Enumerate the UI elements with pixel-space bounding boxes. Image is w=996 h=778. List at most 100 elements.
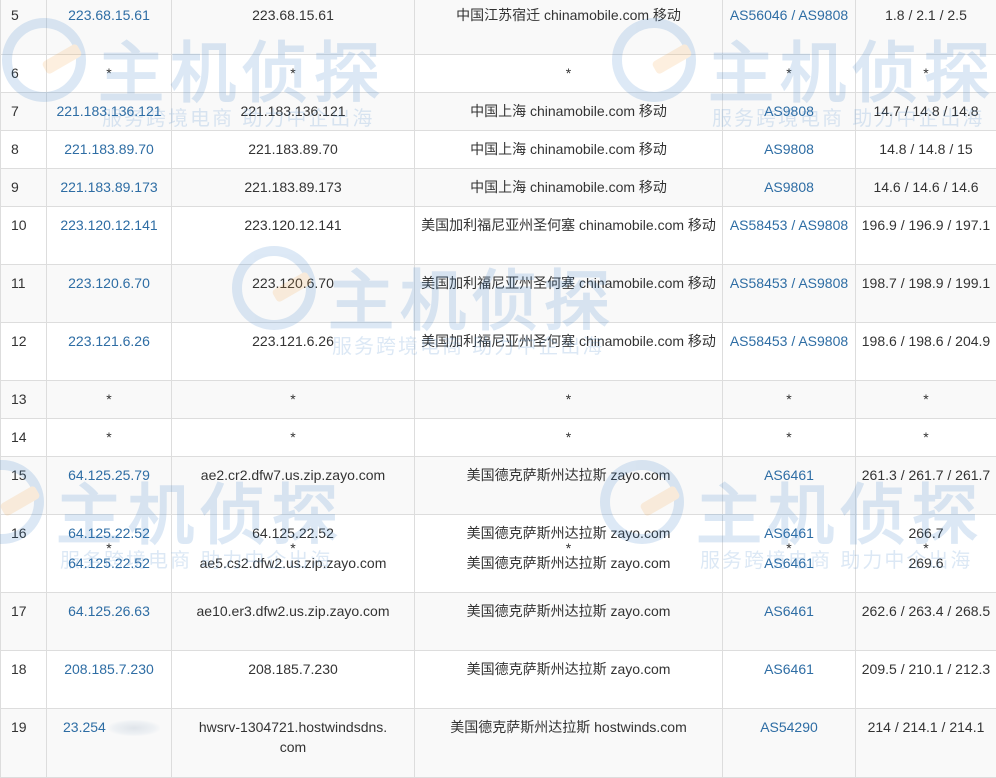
rtt: 209.5 / 210.1 / 212.3 — [856, 651, 996, 709]
hop-row: 19 23.254 hwsrv-1304721.hostwindsdns.com… — [1, 709, 996, 778]
location: 美国加利福尼亚州圣何塞 chinamobile.com 移动 — [415, 265, 723, 323]
hop-number: 15 — [1, 457, 47, 515]
hostname: 208.185.7.230 — [172, 651, 415, 709]
ip-link[interactable]: 23.254 — [63, 719, 106, 735]
asn-link[interactable]: AS6461 — [723, 593, 856, 651]
hostname: 221.183.89.173 — [172, 169, 415, 207]
location: 美国德克萨斯州达拉斯 zayo.com — [415, 457, 723, 515]
ip-link[interactable]: 64.125.25.79 — [68, 467, 150, 483]
hostname: 223.68.15.61 — [172, 0, 415, 55]
location: 中国江苏宿迁 chinamobile.com 移动 — [415, 0, 723, 55]
redacted-ip-blur — [108, 720, 160, 736]
hostname: 223.120.12.141 — [172, 207, 415, 265]
hop-number: 12 — [1, 323, 47, 381]
hostname: * — [176, 543, 410, 553]
hop-number: 18 — [1, 651, 47, 709]
hop-row: 7 221.183.136.121 221.183.136.121 中国上海 c… — [1, 93, 996, 131]
rtt: * — [856, 419, 996, 457]
rtt: 269.6 — [860, 553, 992, 573]
asn-link[interactable]: AS58453 / AS9808 — [723, 207, 856, 265]
hop-number: 19 — [1, 709, 47, 778]
asn-link[interactable]: AS56046 / AS9808 — [723, 0, 856, 55]
location: * — [415, 381, 723, 419]
location: * — [415, 419, 723, 457]
hostname: ae5.cs2.dfw2.us.zip.zayo.com — [176, 553, 410, 573]
hop-row: 14 * * * * * — [1, 419, 996, 457]
asn-link[interactable]: AS6461 — [727, 553, 851, 573]
hop-number: 9 — [1, 169, 47, 207]
rtt: * — [856, 381, 996, 419]
location: 美国德克萨斯州达拉斯 zayo.com — [415, 593, 723, 651]
asn-link[interactable]: AS9808 — [723, 93, 856, 131]
rtt: 14.8 / 14.8 / 15 — [856, 131, 996, 169]
location: 中国上海 chinamobile.com 移动 — [415, 169, 723, 207]
hop-number: 14 — [1, 419, 47, 457]
asn-link[interactable]: AS6461 — [723, 457, 856, 515]
location: 美国德克萨斯州达拉斯 zayo.com — [419, 553, 718, 573]
hostname: * — [172, 55, 415, 93]
hostname: 223.121.6.26 — [172, 323, 415, 381]
location: * — [415, 55, 723, 93]
hostname: 221.183.89.70 — [172, 131, 415, 169]
ip-link[interactable]: 221.183.89.173 — [60, 179, 157, 195]
ip-placeholder: * — [51, 543, 167, 553]
location: 中国上海 chinamobile.com 移动 — [415, 93, 723, 131]
ip-link[interactable]: 223.120.12.141 — [60, 217, 157, 233]
hop-number: 8 — [1, 131, 47, 169]
hop-number: 13 — [1, 381, 47, 419]
rtt: * — [860, 543, 992, 553]
location: 美国加利福尼亚州圣何塞 chinamobile.com 移动 — [415, 207, 723, 265]
rtt: 198.7 / 198.9 / 199.1 — [856, 265, 996, 323]
rtt: 1.8 / 2.1 / 2.5 — [856, 0, 996, 55]
ip-placeholder: * — [47, 55, 172, 93]
hop-row: 16 64.125.22.52 * 64.125.22.52 64.125.22… — [1, 515, 996, 593]
hop-number: 11 — [1, 265, 47, 323]
ip-link[interactable]: 223.121.6.26 — [68, 333, 150, 349]
rtt: 214 / 214.1 / 214.1 — [856, 709, 996, 778]
hop-row: 17 64.125.26.63 ae10.er3.dfw2.us.zip.zay… — [1, 593, 996, 651]
ip-link[interactable]: 208.185.7.230 — [64, 661, 154, 677]
ip-link[interactable]: 221.183.89.70 — [64, 141, 154, 157]
ip-link[interactable]: 64.125.26.63 — [68, 603, 150, 619]
hop-number: 16 — [1, 515, 47, 593]
hop-number: 7 — [1, 93, 47, 131]
rtt: 262.6 / 263.4 / 268.5 — [856, 593, 996, 651]
hop-number: 5 — [1, 0, 47, 55]
rtt: * — [856, 55, 996, 93]
hop-row: 9 221.183.89.173 221.183.89.173 中国上海 chi… — [1, 169, 996, 207]
hop-row: 6 * * * * * — [1, 55, 996, 93]
asn-link[interactable]: AS9808 — [723, 131, 856, 169]
asn-placeholder: * — [723, 381, 856, 419]
rtt: 14.6 / 14.6 / 14.6 — [856, 169, 996, 207]
asn-placeholder: * — [723, 55, 856, 93]
rtt: 261.3 / 261.7 / 261.7 — [856, 457, 996, 515]
location: 中国上海 chinamobile.com 移动 — [415, 131, 723, 169]
hop-row: 8 221.183.89.70 221.183.89.70 中国上海 china… — [1, 131, 996, 169]
rtt: 14.7 / 14.8 / 14.8 — [856, 93, 996, 131]
asn-link[interactable]: AS58453 / AS9808 — [723, 265, 856, 323]
asn-link[interactable]: AS6461 — [723, 651, 856, 709]
hop-number: 17 — [1, 593, 47, 651]
ip-link[interactable]: 223.120.6.70 — [68, 275, 150, 291]
hop-row: 15 64.125.25.79 ae2.cr2.dfw7.us.zip.zayo… — [1, 457, 996, 515]
hop-row: 10 223.120.12.141 223.120.12.141 美国加利福尼亚… — [1, 207, 996, 265]
location: 美国德克萨斯州达拉斯 zayo.com — [415, 651, 723, 709]
location: 美国德克萨斯州达拉斯 hostwinds.com — [415, 709, 723, 778]
ip-link[interactable]: 221.183.136.121 — [56, 103, 161, 119]
asn-link[interactable]: AS58453 / AS9808 — [723, 323, 856, 381]
hop-row: 18 208.185.7.230 208.185.7.230 美国德克萨斯州达拉… — [1, 651, 996, 709]
hop-row: 5 223.68.15.61 223.68.15.61 中国江苏宿迁 china… — [1, 0, 996, 55]
hop-row: 11 223.120.6.70 223.120.6.70 美国加利福尼亚州圣何塞… — [1, 265, 996, 323]
hostname: 221.183.136.121 — [172, 93, 415, 131]
ip-placeholder: * — [47, 419, 172, 457]
ip-link[interactable]: 223.68.15.61 — [68, 7, 150, 23]
hop-row: 13 * * * * * — [1, 381, 996, 419]
rtt: 196.9 / 196.9 / 197.1 — [856, 207, 996, 265]
ip-link[interactable]: 64.125.22.52 — [51, 553, 167, 573]
hostname: hwsrv-1304721.hostwindsdns.com — [172, 709, 415, 778]
hostname: ae2.cr2.dfw7.us.zip.zayo.com — [172, 457, 415, 515]
asn-link[interactable]: AS54290 — [723, 709, 856, 778]
rtt: 198.6 / 198.6 / 204.9 — [856, 323, 996, 381]
asn-link[interactable]: AS9808 — [723, 169, 856, 207]
traceroute-table: 5 223.68.15.61 223.68.15.61 中国江苏宿迁 china… — [0, 0, 996, 778]
